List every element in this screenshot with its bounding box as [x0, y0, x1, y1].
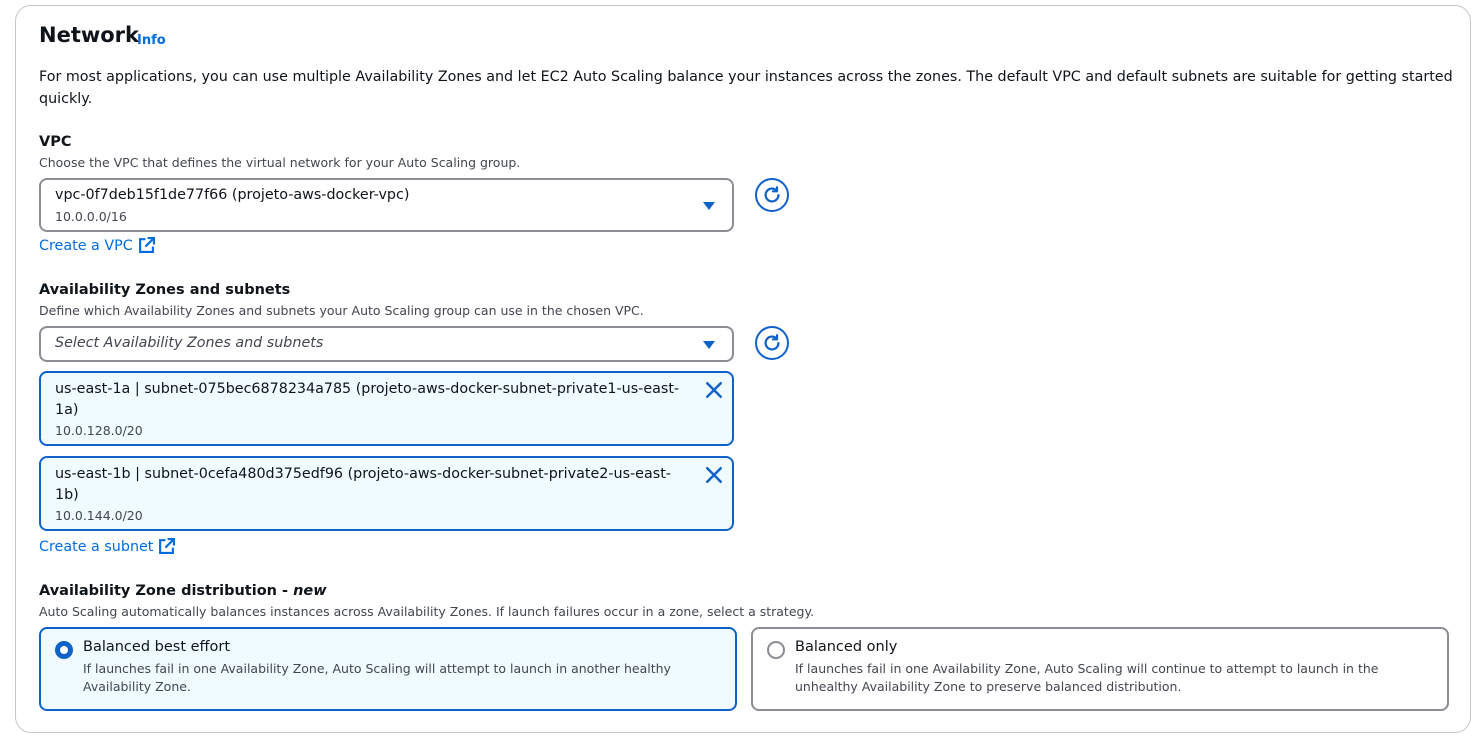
- subnet-token-label: us-east-1b | subnet-0cefa480d375edf96 (p…: [55, 466, 671, 503]
- vpc-select[interactable]: vpc-0f7deb15f1de77f66 (projeto-aws-docke…: [39, 178, 734, 232]
- option-description: If launches fail in one Availability Zon…: [795, 661, 1379, 694]
- info-link[interactable]: Info: [137, 33, 166, 48]
- vpc-selected-cidr: 10.0.0.0/16: [55, 209, 127, 224]
- refresh-icon: [764, 186, 780, 203]
- az-distribution-label-text: Availability Zone distribution -: [39, 583, 294, 599]
- caret-down-icon: [703, 202, 715, 210]
- vpc-selected-value: vpc-0f7deb15f1de77f66 (projeto-aws-docke…: [55, 187, 410, 203]
- az-refresh-button[interactable]: [755, 326, 789, 360]
- new-tag: new: [293, 583, 327, 599]
- radio-unselected-icon[interactable]: [767, 641, 785, 659]
- subnet-token: us-east-1b | subnet-0cefa480d375edf96 (p…: [39, 456, 734, 531]
- radio-selected-icon[interactable]: [55, 641, 73, 659]
- subnet-token: us-east-1a | subnet-075bec6878234a785 (p…: [39, 371, 734, 446]
- balanced-only-option[interactable]: Balanced only If launches fail in one Av…: [751, 627, 1449, 711]
- create-vpc-link-label: Create a VPC: [39, 237, 133, 254]
- create-subnet-link-label: Create a subnet: [39, 538, 154, 555]
- az-subnets-label: Availability Zones and subnets: [39, 282, 291, 298]
- remove-token-icon[interactable]: [705, 381, 723, 399]
- caret-down-icon: [703, 341, 715, 349]
- balanced-best-effort-option[interactable]: Balanced best effort If launches fail in…: [39, 627, 737, 711]
- az-distribution-description: Auto Scaling automatically balances inst…: [39, 604, 815, 619]
- subnet-token-label: us-east-1a | subnet-075bec6878234a785 (p…: [55, 381, 680, 418]
- az-subnets-description: Define which Availability Zones and subn…: [39, 303, 644, 318]
- panel-description: For most applications, you can use multi…: [39, 69, 1453, 107]
- create-subnet-link[interactable]: Create a subnet: [39, 538, 176, 555]
- az-distribution-label: Availability Zone distribution - new: [39, 583, 327, 599]
- network-panel: Network Info For most applications, you …: [15, 5, 1471, 733]
- external-link-icon: [138, 237, 155, 253]
- vpc-refresh-button[interactable]: [755, 178, 789, 212]
- panel-title: Network: [39, 23, 140, 47]
- vpc-description: Choose the VPC that defines the virtual …: [39, 155, 521, 170]
- subnet-token-cidr: 10.0.144.0/20: [55, 508, 143, 523]
- vpc-label: VPC: [39, 134, 72, 150]
- option-title: Balanced only: [795, 639, 898, 655]
- subnet-token-cidr: 10.0.128.0/20: [55, 423, 143, 438]
- external-link-icon: [159, 538, 176, 554]
- az-subnets-select[interactable]: Select Availability Zones and subnets: [39, 326, 734, 362]
- az-subnets-placeholder: Select Availability Zones and subnets: [55, 335, 324, 351]
- remove-token-icon[interactable]: [705, 466, 723, 484]
- create-vpc-link[interactable]: Create a VPC: [39, 237, 155, 254]
- option-title: Balanced best effort: [83, 639, 231, 655]
- refresh-icon: [764, 334, 780, 351]
- option-description: If launches fail in one Availability Zon…: [83, 661, 671, 694]
